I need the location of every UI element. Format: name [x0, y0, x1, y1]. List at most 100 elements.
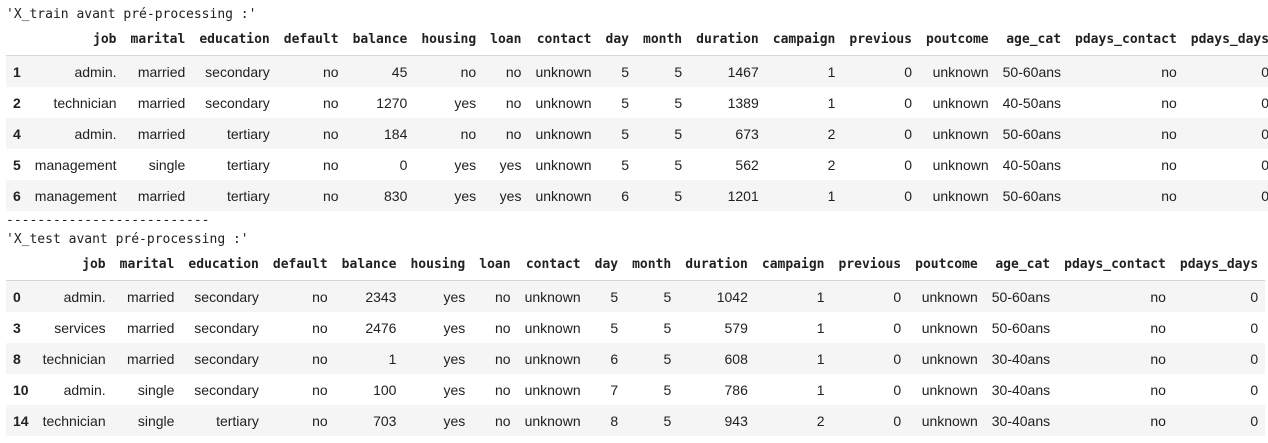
- column-header-pdays-contact: pdays_contact: [1068, 24, 1184, 56]
- table-cell: single: [148, 156, 186, 173]
- table-cell: 1: [816, 288, 825, 305]
- column-header-age-cat: age_cat: [984, 249, 1058, 281]
- column-header-default: default: [276, 24, 346, 56]
- table-cell: 943: [724, 412, 748, 429]
- table-cell: 786: [724, 381, 748, 398]
- table-cell: technician: [42, 350, 106, 367]
- column-header-poutcome: poutcome: [919, 24, 996, 56]
- row-index: 1: [13, 63, 21, 80]
- table-cell: 1: [827, 187, 836, 204]
- table-cell: married: [126, 319, 175, 336]
- table-cell: management: [34, 156, 117, 173]
- table-cell: yes: [499, 187, 522, 204]
- table-cell: unknown: [921, 381, 978, 398]
- column-header-duration: duration: [678, 249, 755, 281]
- table-cell: 5: [610, 288, 619, 305]
- table-cell: tertiary: [226, 156, 270, 173]
- table-cell: no: [1150, 319, 1166, 336]
- table-cell: 2: [827, 156, 836, 173]
- table-cell: tertiary: [216, 412, 259, 429]
- table-cell: unknown: [535, 125, 592, 142]
- column-header-housing: housing: [414, 24, 484, 56]
- table-cell: 0: [1261, 63, 1268, 80]
- column-header-day: day: [587, 249, 626, 281]
- table-cell: 5: [674, 63, 683, 80]
- table-row: 10 admin. single secondary no 100 yes no unknown…: [6, 374, 1265, 405]
- separator-line: --------------------------: [6, 213, 210, 228]
- table-cell: married: [126, 350, 175, 367]
- table-cell: 0: [893, 381, 902, 398]
- table-cell: 45: [391, 63, 408, 80]
- column-header-balance: balance: [334, 249, 404, 281]
- table-cell: unknown: [524, 381, 581, 398]
- table-cell: 1042: [716, 288, 748, 305]
- table-cell: no: [322, 156, 339, 173]
- table-cell: management: [34, 187, 117, 204]
- table-cell: 5: [674, 94, 683, 111]
- row-index: 14: [13, 412, 29, 429]
- table-cell: 1201: [727, 187, 759, 204]
- header-row: job marital education default balance housing…: [6, 24, 1268, 56]
- column-header-pdays-days: pdays_days: [1183, 24, 1268, 56]
- table-cell: 0: [904, 187, 913, 204]
- table-cell: secondary: [205, 63, 270, 80]
- row-index: 4: [13, 125, 21, 142]
- column-header-day: day: [598, 24, 636, 56]
- column-header-loan: loan: [483, 24, 529, 56]
- table-cell: 6: [621, 187, 629, 204]
- table-cell: married: [126, 288, 175, 305]
- table-cell: 5: [674, 187, 683, 204]
- table-cell: 30-40ans: [991, 381, 1051, 398]
- table-cell: 50-60ans: [1002, 125, 1062, 142]
- table-cell: 1: [816, 350, 825, 367]
- table-cell: unknown: [932, 63, 989, 80]
- table-cell: single: [137, 412, 175, 429]
- table-row: 1 admin. married secondary no 45 no no unknown 5 5…: [6, 55, 1268, 87]
- table-cell: 2343: [365, 288, 397, 305]
- table-cell: 8: [610, 412, 619, 429]
- table-cell: no: [505, 63, 522, 80]
- table-cell: yes: [443, 350, 466, 367]
- table-cell: no: [495, 288, 511, 305]
- column-header-poutcome: poutcome: [908, 249, 985, 281]
- table-cell: 0: [893, 319, 902, 336]
- table-cell: 0: [1250, 288, 1259, 305]
- column-header-age-cat: age_cat: [995, 24, 1069, 56]
- table-cell: no: [495, 381, 511, 398]
- column-header-previous: previous: [831, 249, 909, 281]
- table-cell: 0: [893, 412, 902, 429]
- table-cell: unknown: [921, 350, 978, 367]
- table-cell: tertiary: [226, 125, 270, 142]
- table-cell: no: [1161, 125, 1177, 142]
- table-cell: 0: [904, 125, 913, 142]
- table-cell: 1: [827, 94, 836, 111]
- column-header-job: job: [35, 249, 113, 281]
- table-cell: no: [1150, 350, 1166, 367]
- table-cell: 0: [904, 63, 913, 80]
- table-cell: admin.: [63, 288, 106, 305]
- index-header: [6, 249, 36, 281]
- train-title: 'X_train avant pré-processing :': [6, 7, 257, 22]
- table-cell: yes: [454, 156, 477, 173]
- table-cell: 5: [663, 288, 672, 305]
- index-header: [6, 24, 28, 56]
- table-cell: no: [312, 381, 328, 398]
- table-cell: 30-40ans: [991, 350, 1051, 367]
- table-cell: yes: [443, 288, 466, 305]
- table-cell: unknown: [535, 187, 592, 204]
- table-cell: 608: [724, 350, 748, 367]
- column-header-campaign: campaign: [765, 24, 843, 56]
- table-cell: yes: [443, 412, 466, 429]
- table-cell: 0: [893, 350, 902, 367]
- table-cell: no: [1161, 63, 1177, 80]
- table-cell: no: [312, 288, 328, 305]
- table-cell: 5: [663, 319, 672, 336]
- table-cell: no: [505, 125, 522, 142]
- header-row: job marital education default balance housing…: [6, 249, 1266, 281]
- table-cell: admin.: [63, 381, 106, 398]
- table-cell: 5: [663, 412, 672, 429]
- table-cell: 2: [827, 125, 836, 142]
- column-header-contact: contact: [528, 24, 599, 56]
- table-cell: no: [1150, 381, 1166, 398]
- table-cell: no: [1150, 288, 1166, 305]
